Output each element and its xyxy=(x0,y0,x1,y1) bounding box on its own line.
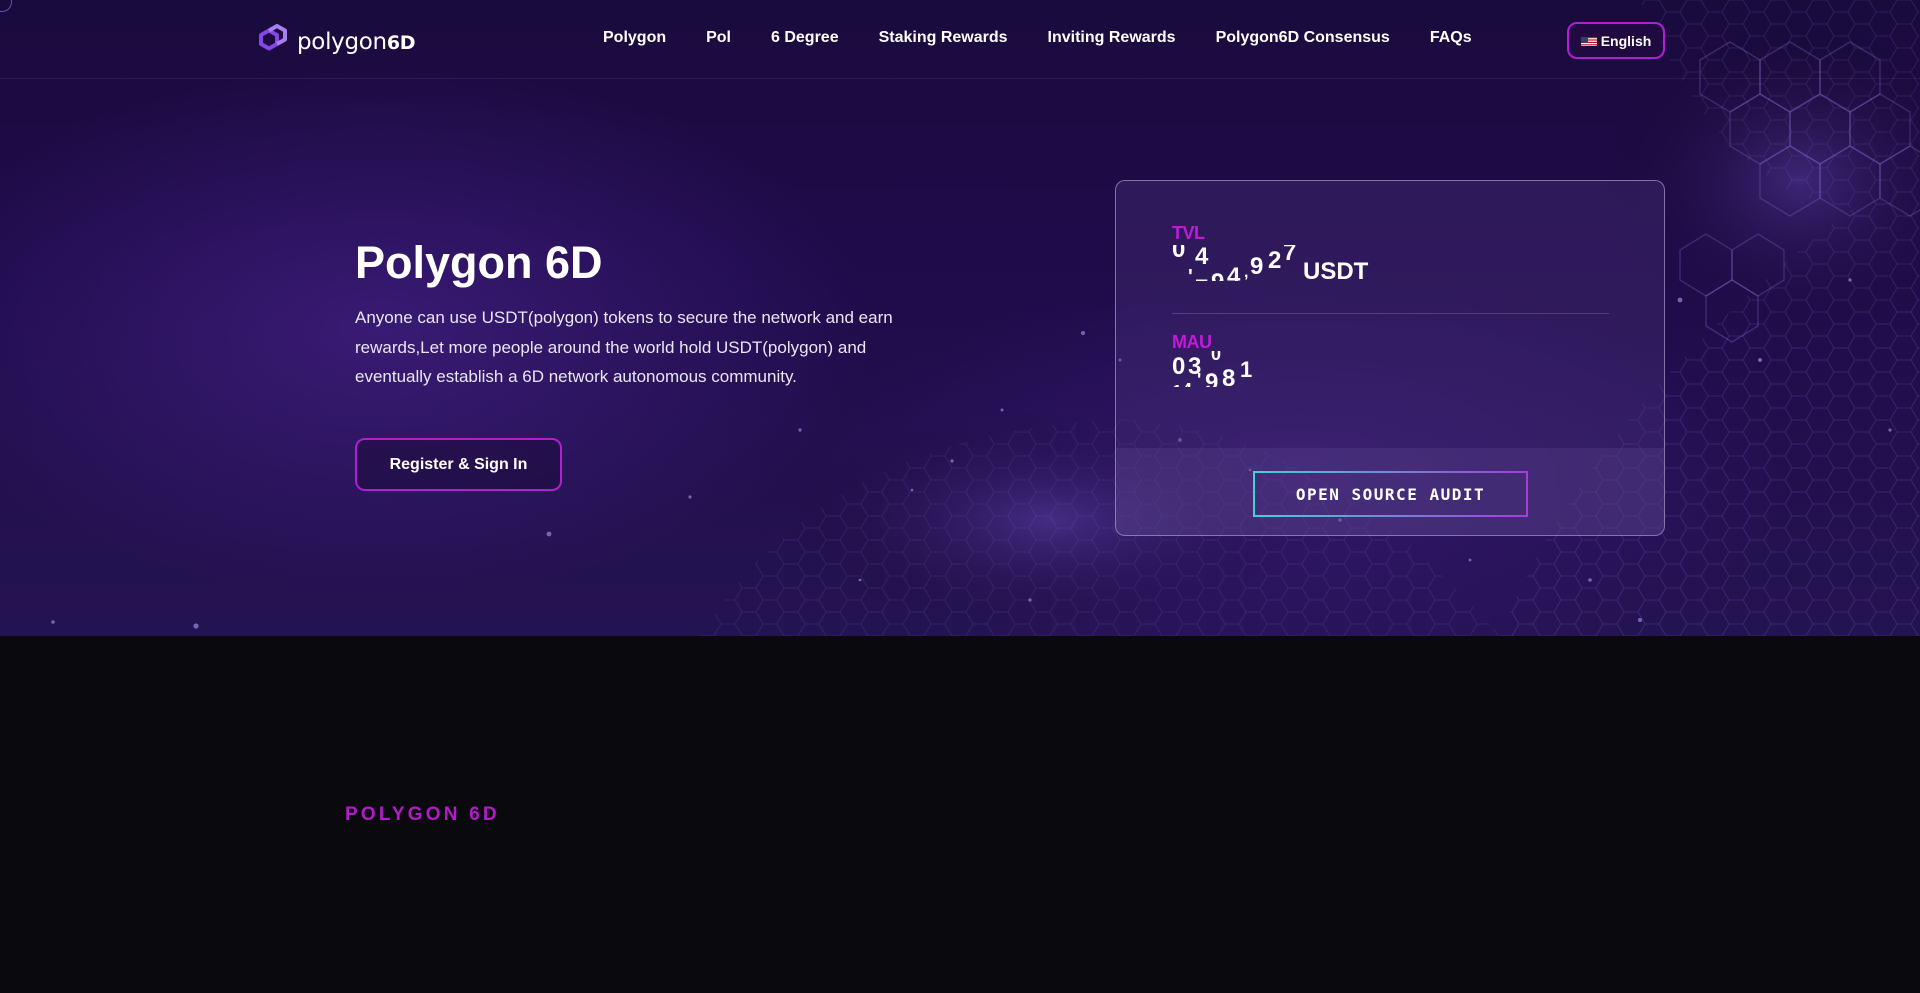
nav-link-pol[interactable]: Pol xyxy=(706,29,731,47)
nav-link-polygon[interactable]: Polygon xyxy=(603,29,666,47)
logo-wordmark: polygon6D xyxy=(297,28,416,55)
top-navbar: polygon6D Polygon Pol 6 Degree Staking R… xyxy=(0,0,1920,79)
language-label: English xyxy=(1600,32,1652,49)
language-selector[interactable]: English xyxy=(1567,22,1665,59)
stats-divider xyxy=(1172,313,1609,314)
mau-label: MAU xyxy=(1172,332,1212,352)
register-sign-in-button[interactable]: Register & Sign In xyxy=(355,438,562,491)
open-source-audit-button[interactable]: OPEN SOURCE AUDIT xyxy=(1253,471,1528,517)
main-nav: Polygon Pol 6 Degree Staking Rewards Inv… xyxy=(603,29,1472,47)
us-flag-icon xyxy=(1580,35,1597,46)
mau-rolling-counter: 0 3 0 1 4 ' 9 8 1 xyxy=(1172,351,1253,387)
section-eyebrow: POLYGON 6D xyxy=(345,804,500,825)
tvl-unit: USDT xyxy=(1303,258,1369,285)
site-logo[interactable]: polygon6D xyxy=(255,24,416,59)
polygon-logo-icon xyxy=(255,24,290,59)
nav-link-inviting-rewards[interactable]: Inviting Rewards xyxy=(1048,29,1176,47)
corner-ring-decoration xyxy=(0,0,12,12)
nav-link-staking-rewards[interactable]: Staking Rewards xyxy=(879,29,1008,47)
hero-description: Anyone can use USDT(polygon) tokens to s… xyxy=(355,308,893,386)
stats-card: TVL 0 4 ' 1 ' 7 9 4 , 9 2 7 8 USDT MAU 0… xyxy=(1115,180,1665,536)
logo-text: polygon xyxy=(297,28,387,55)
logo-suffix: 6D xyxy=(386,31,416,54)
nav-link-consensus[interactable]: Polygon6D Consensus xyxy=(1216,29,1390,47)
tvl-label: TVL xyxy=(1172,223,1205,243)
tvl-rolling-counter: 0 4 ' 1 ' 7 9 4 , 9 2 7 8 xyxy=(1172,245,1297,281)
nav-link-faqs[interactable]: FAQs xyxy=(1430,29,1472,47)
nav-link-6-degree[interactable]: 6 Degree xyxy=(771,29,839,47)
hero-title: Polygon 6D xyxy=(355,237,603,288)
